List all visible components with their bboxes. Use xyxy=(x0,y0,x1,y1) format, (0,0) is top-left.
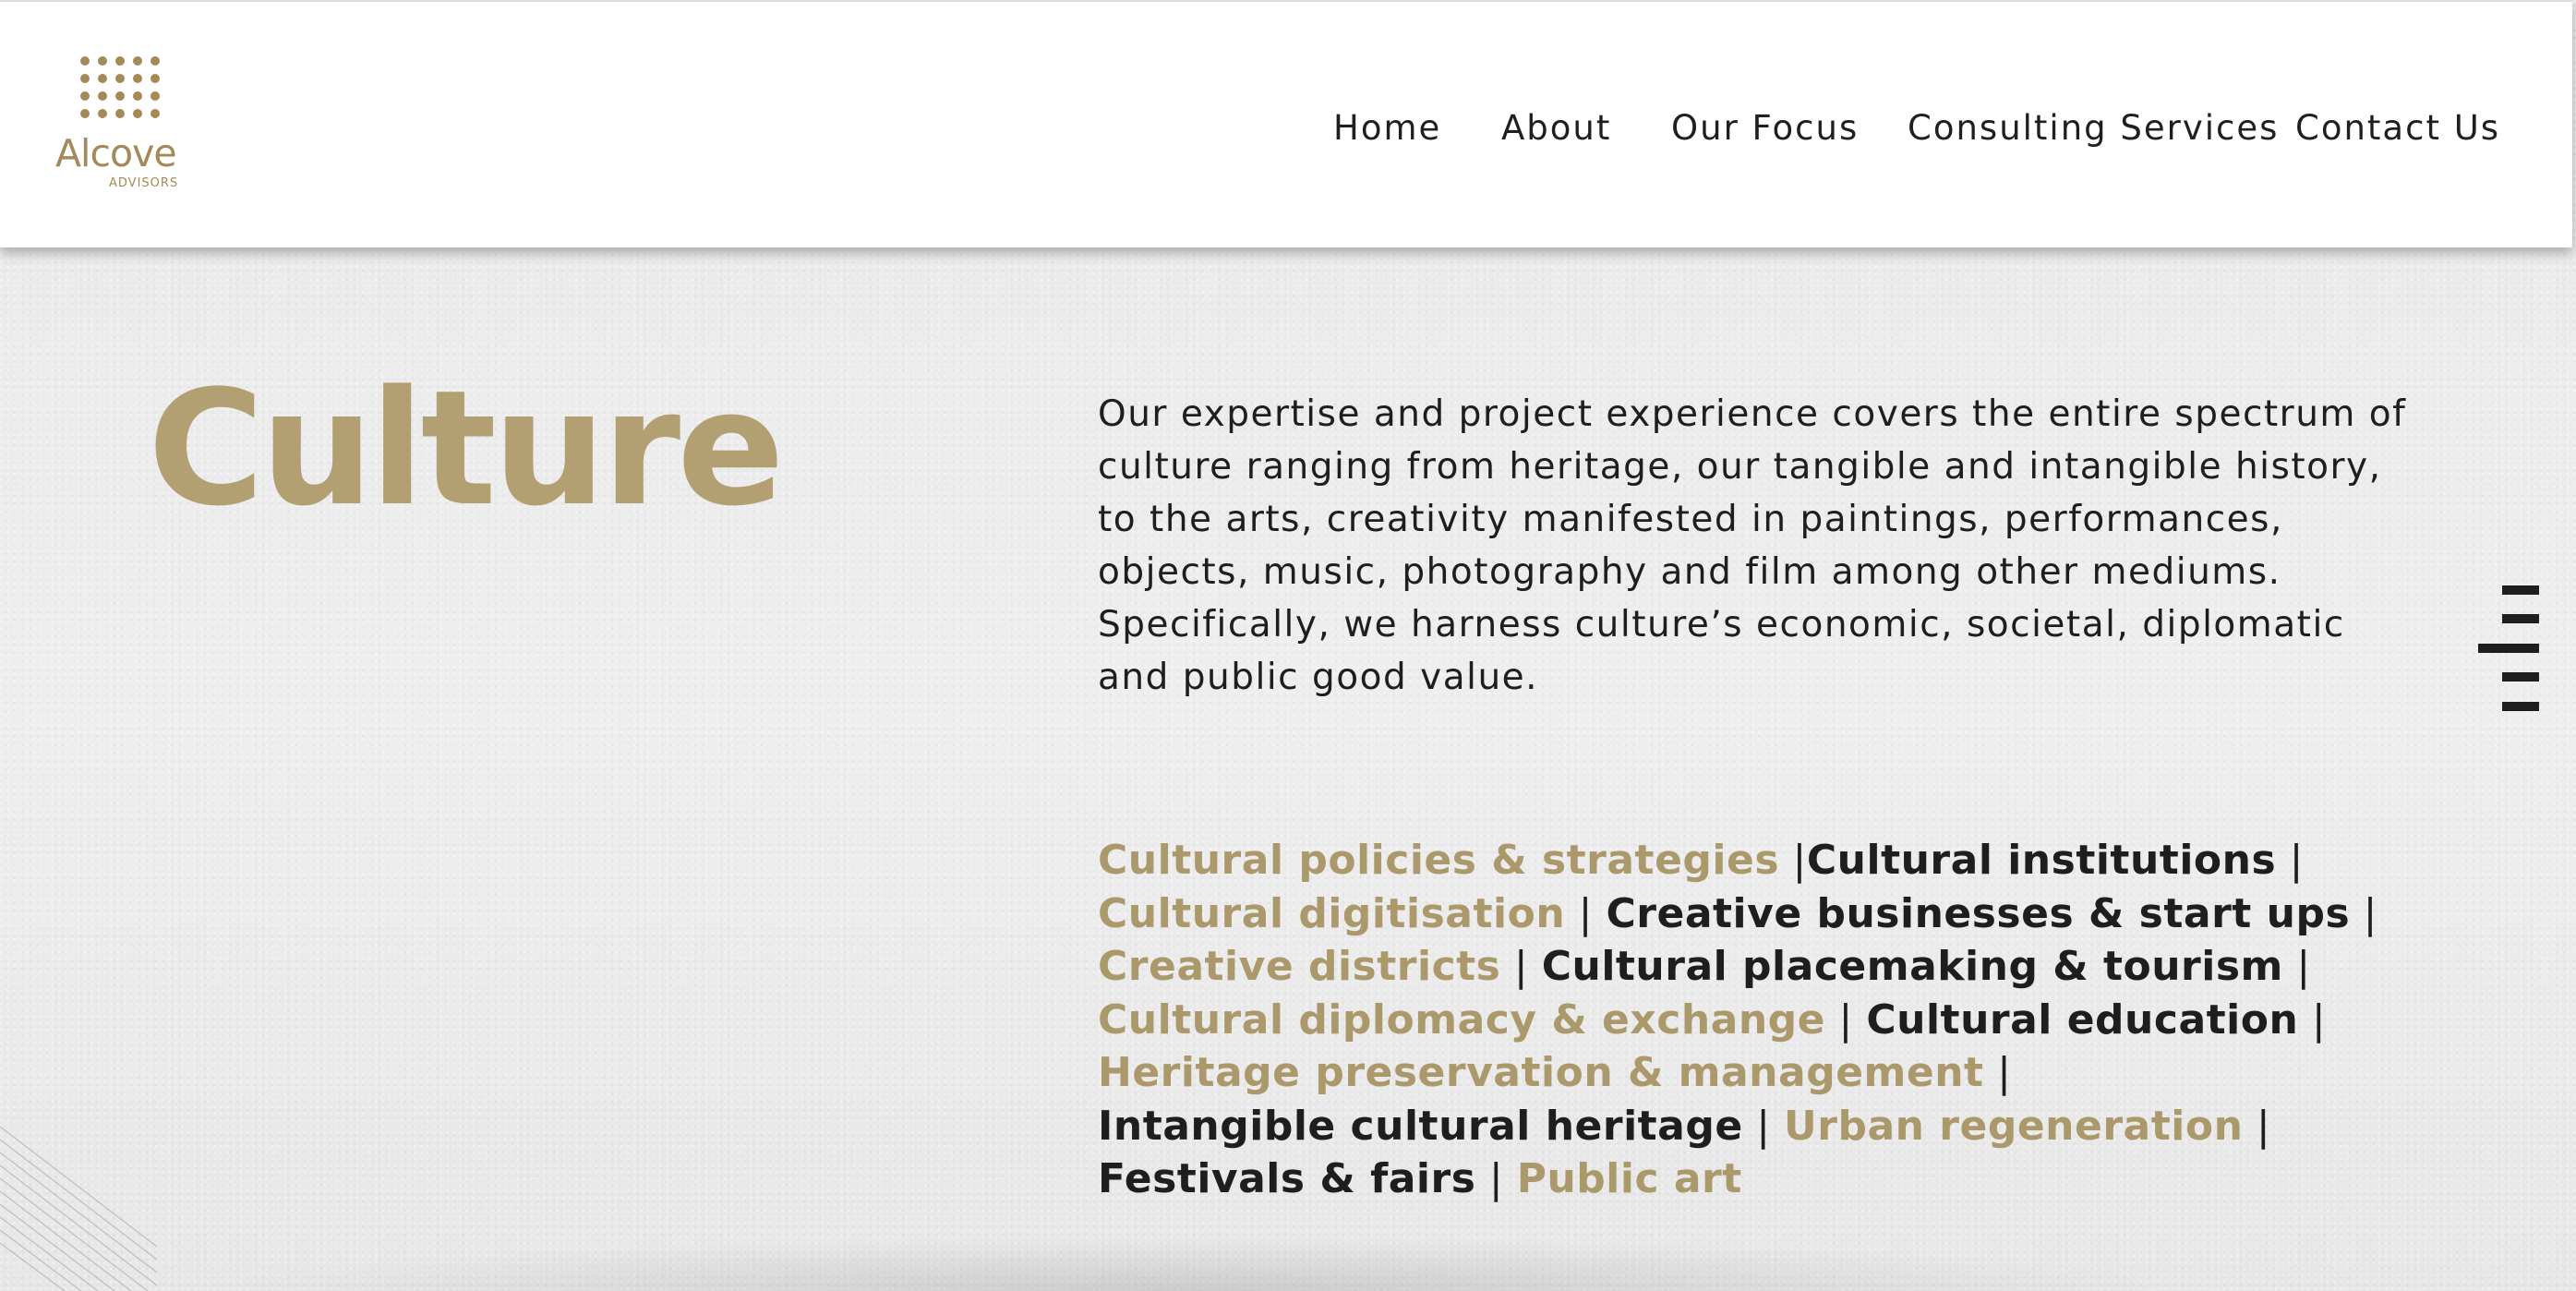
page-background: Alcove ADVISORS Home About Our Focus Con… xyxy=(0,0,2576,1291)
separator: | xyxy=(1578,889,1593,937)
intro-paragraph: Our expertise and project experience cov… xyxy=(1098,393,2407,698)
focus-item-heritage-preservation: Heritage preservation & management xyxy=(1098,1049,1984,1096)
nav-our-focus[interactable]: Our Focus xyxy=(1671,107,1859,150)
focus-item-cultural-education: Cultural education xyxy=(1866,995,2299,1044)
brand-tagline: ADVISORS xyxy=(109,176,179,190)
decorative-lines xyxy=(0,1126,157,1291)
site-header: Alcove ADVISORS Home About Our Focus Con… xyxy=(0,0,2572,247)
focus-line: Heritage preservation & management | xyxy=(1098,1046,2483,1100)
focus-item-urban-regeneration: Urban regeneration xyxy=(1784,1102,2244,1150)
focus-item-creative-businesses: Creative businesses & start ups xyxy=(1606,889,2351,937)
page-title: Culture xyxy=(148,356,785,541)
focus-item-cultural-institutions: Cultural institutions xyxy=(1806,837,2277,884)
focus-line: Cultural digitisation | Creative busines… xyxy=(1098,887,2483,941)
separator: | xyxy=(1792,837,1807,884)
separator: | xyxy=(1997,1049,2012,1096)
main-nav: Home About Our Focus Consulting Services… xyxy=(0,107,2572,150)
focus-line: Creative districts | Cultural placemakin… xyxy=(1098,940,2483,994)
nav-contact-us[interactable]: Contact Us xyxy=(2295,107,2500,150)
nav-home[interactable]: Home xyxy=(1333,107,1441,150)
separator: | xyxy=(1838,995,1853,1044)
focus-item-cultural-policies: Cultural policies & strategies xyxy=(1098,837,1780,884)
separator: | xyxy=(2311,995,2327,1044)
focus-line: Festivals & fairs | Public art xyxy=(1098,1152,2483,1206)
focus-areas-list: Cultural policies & strategies |Cultural… xyxy=(1098,834,2483,1206)
separator: | xyxy=(2296,943,2311,990)
nav-consulting-services[interactable]: Consulting Services xyxy=(1908,107,2279,150)
focus-item-cultural-diplomacy: Cultural diplomacy & exchange xyxy=(1098,995,1826,1044)
separator: | xyxy=(2363,889,2377,937)
separator: | xyxy=(1513,943,1529,990)
hamburger-menu-icon[interactable] xyxy=(2478,585,2539,711)
separator: | xyxy=(1756,1102,1771,1150)
focus-item-cultural-placemaking: Cultural placemaking & tourism xyxy=(1541,943,2283,990)
separator: | xyxy=(2256,1102,2271,1150)
focus-item-cultural-digitisation: Cultural digitisation xyxy=(1098,889,1566,937)
separator: | xyxy=(1488,1155,1504,1202)
focus-line: Cultural policies & strategies |Cultural… xyxy=(1098,834,2483,887)
focus-item-intangible-heritage: Intangible cultural heritage xyxy=(1098,1102,1743,1150)
focus-line: Cultural diplomacy & exchange | Cultural… xyxy=(1098,994,2483,1047)
focus-line: Intangible cultural heritage | Urban reg… xyxy=(1098,1100,2483,1153)
nav-about[interactable]: About xyxy=(1501,107,1611,150)
focus-item-public-art: Public art xyxy=(1516,1155,1742,1202)
separator: | xyxy=(2289,837,2304,884)
bottom-shadow xyxy=(185,1237,2216,1291)
focus-item-creative-districts: Creative districts xyxy=(1098,943,1501,990)
focus-item-festivals-fairs: Festivals & fairs xyxy=(1098,1155,1476,1202)
